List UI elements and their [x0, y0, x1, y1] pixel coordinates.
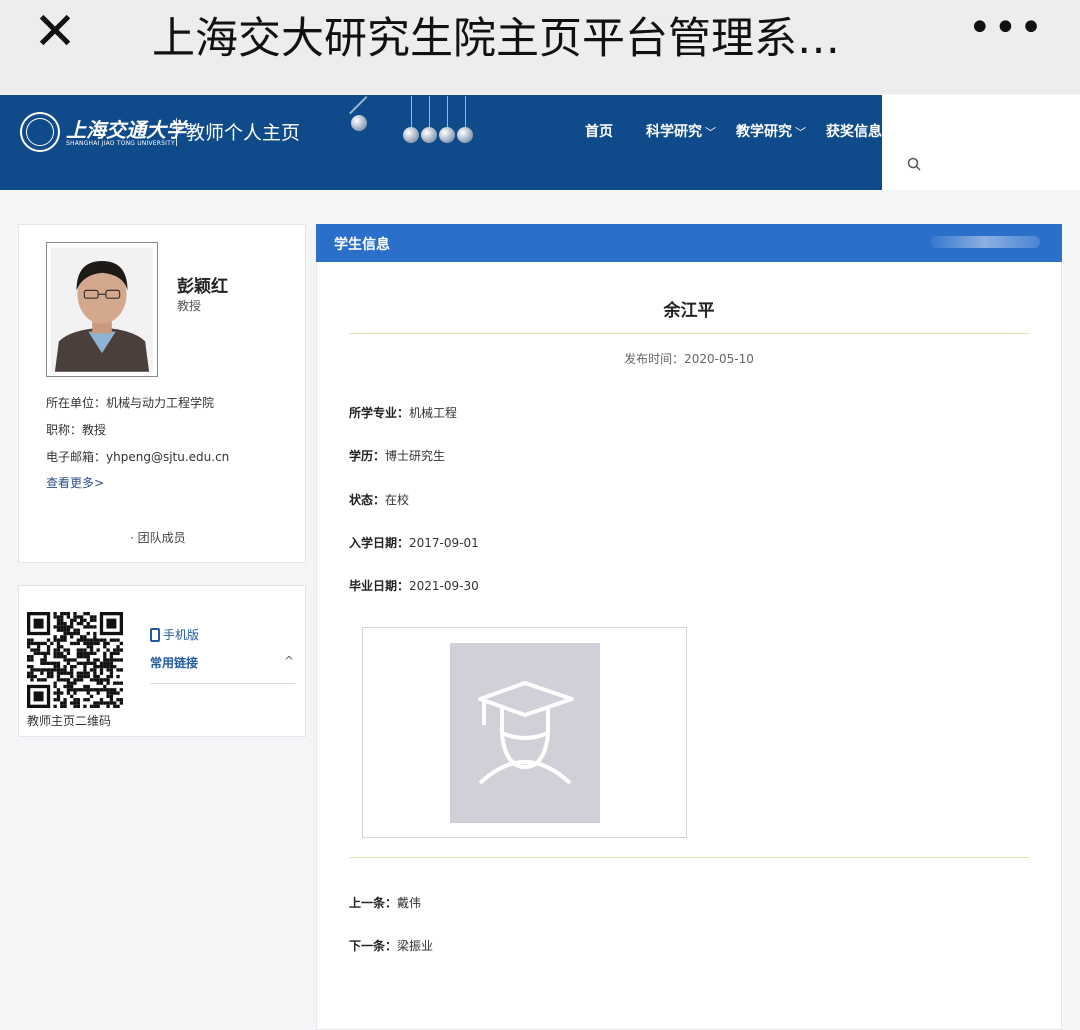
header-search-area — [882, 95, 1080, 190]
next-item-link[interactable]: 下一条：梁振业 — [349, 937, 433, 954]
profile-photo — [51, 247, 153, 372]
page-title: 上海交大研究生院主页平台管理系… — [152, 14, 840, 64]
phone-icon — [150, 627, 160, 642]
links-divider — [150, 683, 295, 684]
decoration-string — [447, 96, 448, 128]
qr-code-label: 教师主页二维码 — [27, 714, 112, 728]
university-logo-english: SHANGHAI JIAO TONG UNIVERSITY — [66, 140, 175, 147]
nav-awards[interactable]: 获奖信息 — [826, 122, 882, 142]
qr-code-icon — [27, 612, 123, 708]
prev-item-link[interactable]: 上一条：戴伟 — [349, 894, 421, 911]
chevron-down-icon: ﹀ — [795, 126, 806, 139]
divider — [349, 333, 1029, 334]
decoration-ball-icon — [439, 127, 455, 143]
email-info: 电子邮箱：yhpeng@sjtu.edu.cn — [46, 450, 230, 464]
field-graduation-date: 毕业日期：2021-09-30 — [349, 579, 479, 593]
chevron-up-icon[interactable]: ^ — [284, 654, 294, 668]
teacher-name: 彭颖红 — [177, 277, 228, 297]
nav-teaching[interactable]: 教学研究 ﹀ — [736, 122, 806, 143]
decoration-ball-icon — [421, 127, 437, 143]
search-icon[interactable] — [906, 156, 924, 174]
field-enroll-date: 入学日期：2017-09-01 — [349, 536, 479, 550]
field-major: 所学专业：机械工程 — [349, 406, 458, 420]
nav-home[interactable]: 首页 — [585, 122, 613, 142]
decoration-string — [411, 96, 412, 128]
rank-info: 职称：教授 — [46, 423, 107, 437]
decoration-string — [465, 96, 466, 128]
decoration-ball-icon — [403, 127, 419, 143]
avatar — [46, 242, 158, 377]
section-title: 学生信息 — [334, 237, 390, 253]
teacher-title: 教授 — [177, 299, 202, 313]
team-members-link[interactable]: · 团队成员 — [130, 529, 186, 546]
chevron-down-icon: ﹀ — [705, 126, 716, 139]
decoration-string — [429, 96, 430, 128]
university-logo-text[interactable]: 上海交通大学 — [66, 114, 186, 143]
common-links-toggle[interactable]: 常用链接 — [150, 654, 198, 671]
decoration-ball-icon — [351, 115, 367, 131]
unit-info: 所在单位：机械与动力工程学院 — [46, 396, 215, 410]
decoration-ball-icon — [457, 127, 473, 143]
view-more-link[interactable]: 查看更多> — [46, 474, 104, 491]
nav-research[interactable]: 科学研究 ﹀ — [646, 122, 716, 143]
logo-divider — [176, 118, 177, 146]
student-name: 余江平 — [663, 301, 715, 321]
site-subtitle: 教师个人主页 — [186, 122, 301, 144]
university-seal-icon[interactable] — [20, 112, 60, 152]
graduate-avatar-icon — [450, 643, 600, 823]
publish-time: 发布时间：2020-05-10 — [624, 352, 754, 366]
mobile-version-link[interactable]: 手机版 — [150, 626, 199, 643]
close-icon[interactable]: ✕ — [30, 6, 80, 58]
header-decoration — [930, 236, 1040, 248]
field-status: 状态：在校 — [349, 493, 410, 507]
field-degree: 学历：博士研究生 — [349, 449, 446, 463]
more-menu-icon[interactable]: ••• — [968, 8, 1043, 48]
divider — [349, 857, 1029, 858]
